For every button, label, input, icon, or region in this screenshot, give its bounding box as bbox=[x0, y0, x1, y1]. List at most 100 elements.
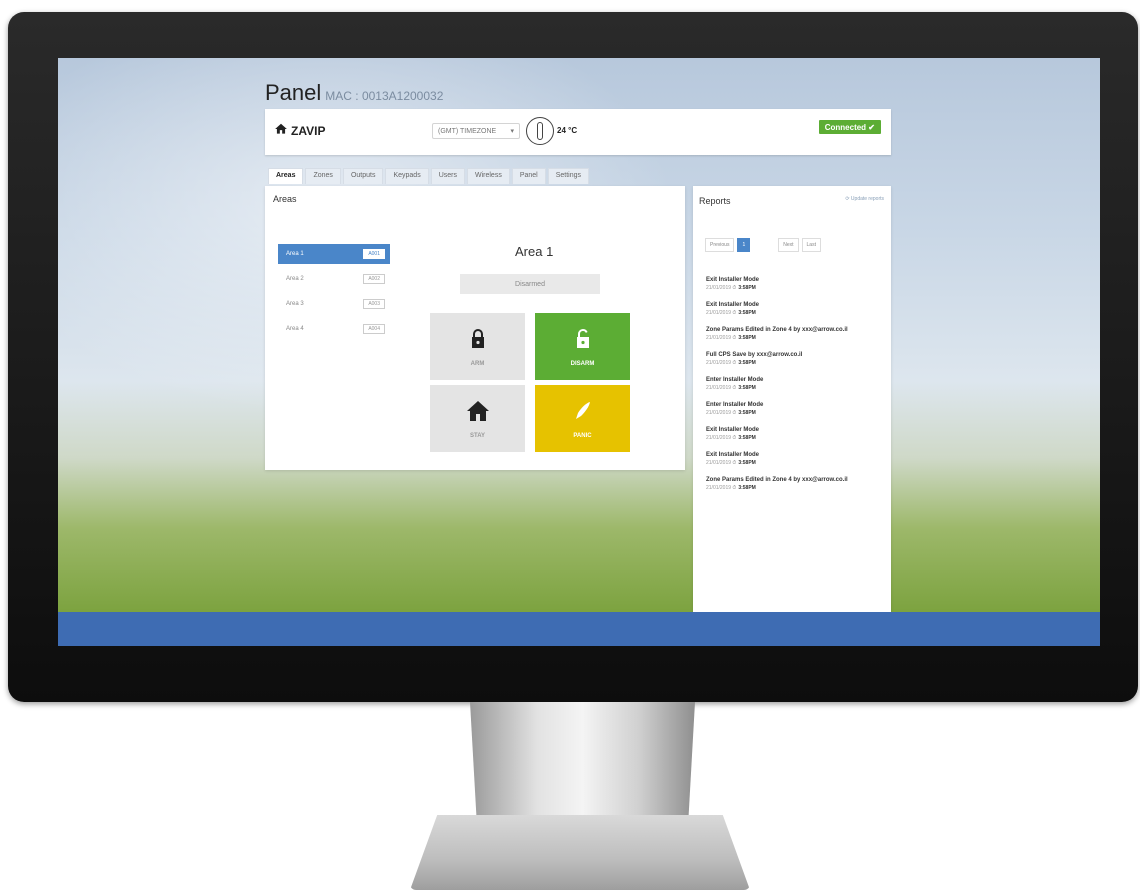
timezone-select[interactable]: (GMT) TIMEZONE ▾ bbox=[432, 123, 520, 139]
pager-next[interactable]: Next bbox=[778, 238, 799, 252]
list-item: Exit Installer Mode 21/01/2019 ⏱ 3:58PM bbox=[706, 426, 886, 441]
report-time: 3:58PM bbox=[738, 385, 756, 391]
clock-icon: ⏱ bbox=[732, 410, 737, 416]
report-time: 3:58PM bbox=[738, 335, 756, 341]
report-event: Full CPS Save by xxx@arrow.co.il bbox=[706, 352, 803, 358]
list-item: Full CPS Save by xxx@arrow.co.il 21/01/2… bbox=[706, 351, 886, 366]
area-item-4[interactable]: Area 4 A004 bbox=[278, 319, 390, 339]
clock-icon: ⏱ bbox=[732, 310, 737, 316]
area-item-label: Area 2 bbox=[286, 276, 304, 282]
monitor-stand-neck bbox=[470, 702, 695, 822]
report-meta: 21/01/2019 ⏱ 3:58PM bbox=[706, 310, 886, 316]
reports-title: Reports bbox=[699, 196, 731, 206]
home-label: ZAVIP bbox=[291, 123, 326, 138]
area-item-label: Area 3 bbox=[286, 301, 304, 307]
report-time: 3:58PM bbox=[738, 460, 756, 466]
connection-status-badge: Connected ✔ bbox=[818, 120, 881, 134]
report-event: Exit Installer Mode bbox=[706, 277, 760, 283]
area-item-label: Area 1 bbox=[286, 251, 304, 257]
report-list: Exit Installer Mode 21/01/2019 ⏱ 3:58PM E… bbox=[706, 276, 886, 501]
lock-icon bbox=[466, 327, 490, 353]
clock-icon: ⏱ bbox=[732, 360, 737, 366]
panic-label: PANIC bbox=[573, 432, 592, 439]
tab-zones[interactable]: Zones bbox=[305, 168, 341, 184]
report-event: Exit Installer Mode bbox=[706, 452, 760, 458]
panic-button[interactable]: PANIC bbox=[535, 385, 630, 452]
selected-area-name: Area 1 bbox=[515, 244, 554, 259]
page-title-text: Panel bbox=[265, 80, 322, 105]
arm-label: ARM bbox=[470, 360, 485, 367]
report-time: 3:58PM bbox=[738, 435, 756, 441]
report-time: 3:58PM bbox=[738, 410, 756, 416]
tab-panel[interactable]: Panel bbox=[511, 168, 546, 184]
temperature-value: 24 °C bbox=[557, 126, 578, 135]
tab-outputs[interactable]: Outputs bbox=[342, 168, 384, 184]
clock-icon: ⏱ bbox=[732, 435, 737, 441]
unlock-icon bbox=[571, 327, 595, 353]
chevron-down-icon: ▾ bbox=[510, 128, 514, 135]
report-meta: 21/01/2019 ⏱ 3:58PM bbox=[706, 360, 886, 366]
reports-pager: Previous 1 Next Last bbox=[705, 238, 821, 252]
tab-users[interactable]: Users bbox=[430, 168, 465, 184]
report-date: 21/01/2019 bbox=[706, 310, 732, 316]
list-item: Exit Installer Mode 21/01/2019 ⏱ 3:58PM bbox=[706, 451, 886, 466]
clock-icon: ⏱ bbox=[732, 335, 737, 341]
list-item: Zone Params Edited in Zone 4 by xxx@arro… bbox=[706, 326, 886, 341]
tab-areas[interactable]: Areas bbox=[268, 168, 304, 184]
update-reports-button[interactable]: ⟳ Update reports bbox=[845, 196, 884, 202]
area-item-label: Area 4 bbox=[286, 326, 304, 332]
list-item: Zone Params Edited in Zone 4 by xxx@arro… bbox=[706, 476, 886, 491]
update-reports-label: Update reports bbox=[850, 196, 884, 202]
report-date: 21/01/2019 bbox=[706, 460, 732, 466]
report-meta: 21/01/2019 ⏱ 3:58PM bbox=[706, 485, 886, 491]
clock-icon: ⏱ bbox=[732, 460, 737, 466]
area-item-2[interactable]: Area 2 A002 bbox=[278, 269, 390, 289]
reports-panel: Reports ⟳ Update reports Previous 1 Next… bbox=[693, 186, 891, 612]
area-item-1[interactable]: Area 1 A001 bbox=[278, 244, 390, 264]
pager-previous[interactable]: Previous bbox=[705, 238, 735, 252]
disarm-button[interactable]: DISARM bbox=[535, 313, 630, 380]
report-meta: 21/01/2019 ⏱ 3:58PM bbox=[706, 335, 886, 341]
report-meta: 21/01/2019 ⏱ 3:58PM bbox=[706, 460, 886, 466]
area-item-3[interactable]: Area 3 A003 bbox=[278, 294, 390, 314]
areas-title: Areas bbox=[273, 194, 297, 204]
report-meta: 21/01/2019 ⏱ 3:58PM bbox=[706, 285, 886, 291]
report-meta: 21/01/2019 ⏱ 3:58PM bbox=[706, 385, 886, 391]
report-date: 21/01/2019 bbox=[706, 435, 732, 441]
home-link[interactable]: ZAVIP bbox=[274, 122, 325, 139]
area-item-code: A004 bbox=[363, 324, 385, 334]
report-date: 21/01/2019 bbox=[706, 335, 732, 341]
tab-settings[interactable]: Settings bbox=[547, 168, 590, 184]
stay-button[interactable]: STAY bbox=[430, 385, 525, 452]
arm-button[interactable]: ARM bbox=[430, 313, 525, 380]
list-item: Exit Installer Mode 21/01/2019 ⏱ 3:58PM bbox=[706, 301, 886, 316]
page-title: Panel MAC : 0013A1200032 bbox=[265, 80, 443, 106]
tab-keypads[interactable]: Keypads bbox=[385, 168, 429, 184]
report-event: Zone Params Edited in Zone 4 by xxx@arro… bbox=[706, 327, 848, 333]
report-event: Enter Installer Mode bbox=[706, 377, 764, 383]
report-time: 3:58PM bbox=[738, 485, 756, 491]
area-item-code: A003 bbox=[363, 299, 385, 309]
tab-wireless[interactable]: Wireless bbox=[466, 168, 510, 184]
report-time: 3:58PM bbox=[738, 310, 756, 316]
report-event: Exit Installer Mode bbox=[706, 302, 760, 308]
report-event: Enter Installer Mode bbox=[706, 402, 764, 408]
report-time: 3:58PM bbox=[738, 360, 756, 366]
thermometer-icon bbox=[526, 117, 554, 145]
report-event: Exit Installer Mode bbox=[706, 427, 760, 433]
pager-last[interactable]: Last bbox=[801, 238, 821, 252]
stay-label: STAY bbox=[469, 432, 485, 439]
clock-icon: ⏱ bbox=[732, 385, 737, 391]
report-date: 21/01/2019 bbox=[706, 360, 732, 366]
list-item: Enter Installer Mode 21/01/2019 ⏱ 3:58PM bbox=[706, 376, 886, 391]
list-item: Exit Installer Mode 21/01/2019 ⏱ 3:58PM bbox=[706, 276, 886, 291]
home-icon bbox=[274, 122, 288, 139]
report-date: 21/01/2019 bbox=[706, 385, 732, 391]
timezone-value: (GMT) TIMEZONE bbox=[438, 127, 497, 135]
report-date: 21/01/2019 bbox=[706, 485, 732, 491]
monitor-stand-base bbox=[410, 815, 750, 890]
monitor-screen: Panel MAC : 0013A1200032 ZAVIP (GMT) TIME… bbox=[58, 58, 1100, 646]
areas-card: Areas Area 1 A001 Area 2 A002 Area 3 A00… bbox=[265, 186, 685, 470]
pager-current[interactable]: 1 bbox=[737, 238, 751, 252]
clock-icon: ⏱ bbox=[732, 285, 737, 291]
